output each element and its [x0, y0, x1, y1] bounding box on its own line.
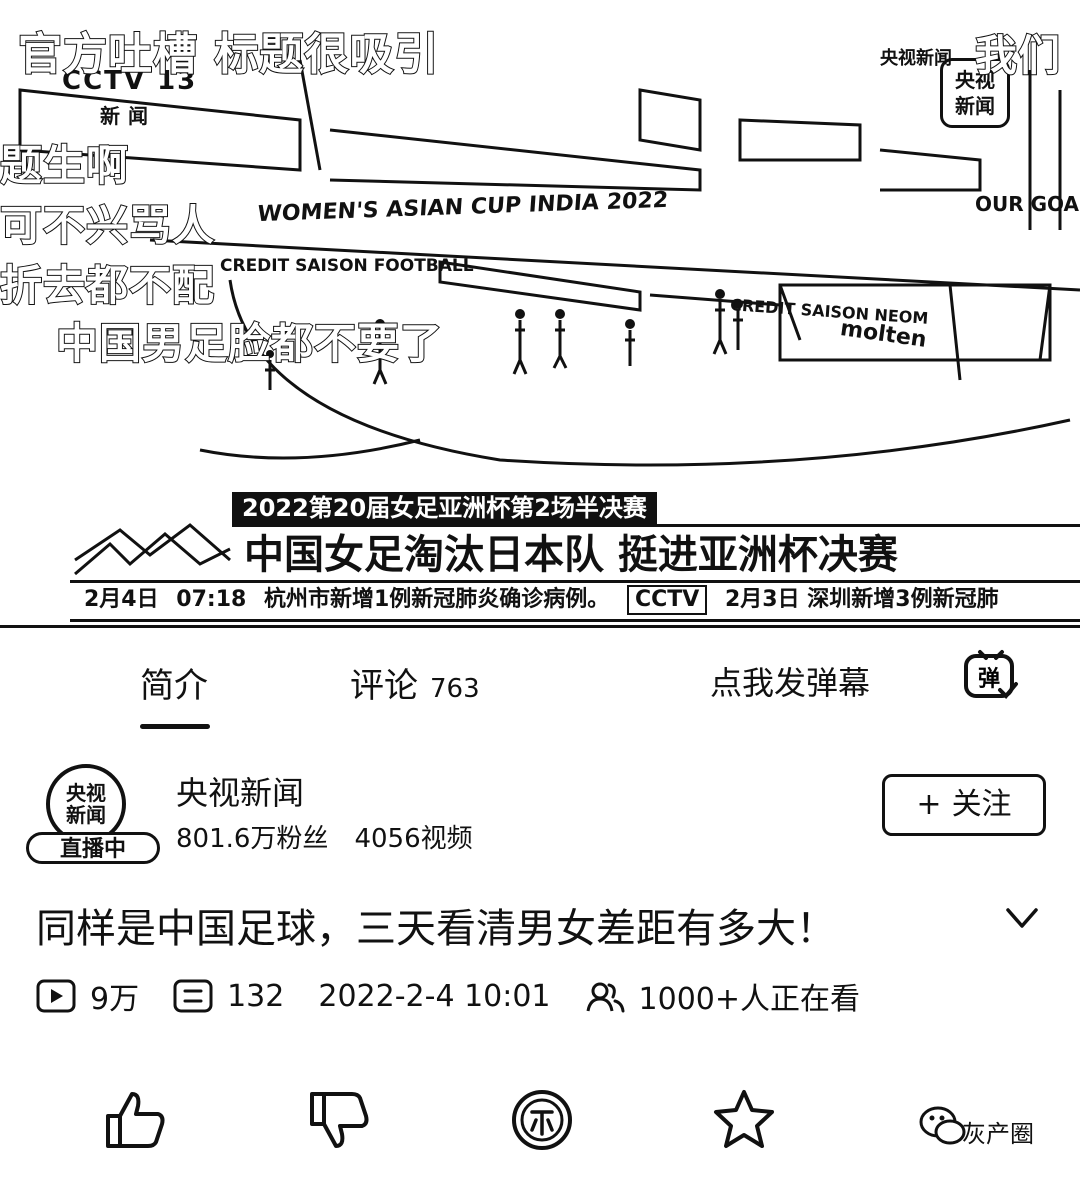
watching-now: 1000+人正在看	[585, 974, 860, 1018]
expand-icon[interactable]	[1004, 904, 1040, 932]
watermark-text: 灰产圈	[962, 1120, 1034, 1148]
share-icon[interactable]	[918, 1100, 968, 1150]
ticker-logo: CCTV	[626, 585, 708, 615]
plus-icon: +	[916, 787, 942, 822]
video-title: 同样是中国足球，三天看清男女差距有多大！	[36, 906, 836, 952]
svg-text:弹: 弹	[978, 667, 1000, 692]
dislike-icon[interactable]	[308, 1088, 372, 1152]
danmaku-comment: 可不兴骂人	[0, 200, 216, 251]
danmaku-list-icon	[173, 979, 213, 1013]
publish-date: 2022-2-4 10:01	[318, 979, 550, 1014]
follow-label: 关注	[951, 787, 1012, 822]
ticker-text: 杭州市新增1例新冠肺炎确诊病例。	[264, 587, 610, 612]
danmaku-comment: 官方吐槽 标题很吸引	[17, 28, 440, 81]
publish-date-value: 2022-2-4 10:01	[318, 978, 551, 1014]
danmaku-input[interactable]: 点我发弹幕	[710, 658, 870, 704]
ad-board: CREDIT SAISON FOOTBALL	[220, 256, 474, 276]
fans-count: 801.6万粉丝	[176, 824, 329, 854]
play-icon	[36, 979, 76, 1013]
danmaku-toggle-button[interactable]: 弹	[962, 648, 1020, 706]
like-icon[interactable]	[104, 1088, 168, 1152]
play-count-value: 9万	[90, 982, 140, 1017]
danmaku-count-value: 132	[227, 978, 285, 1014]
ticker-text: 2月3日 深圳新增3例新冠肺	[724, 587, 999, 612]
coin-icon[interactable]	[510, 1088, 574, 1152]
tab-comments[interactable]: 评论 763	[350, 658, 480, 707]
favorite-icon[interactable]	[712, 1088, 776, 1152]
lower-third-title: 中国女足淘汰日本队 挺进亚洲杯决赛	[232, 524, 1080, 580]
follow-button[interactable]: + 关注	[882, 774, 1046, 836]
danmaku-count: 132	[173, 979, 284, 1014]
tab-comments-label: 评论	[350, 666, 418, 706]
live-badge[interactable]: 直播中	[26, 832, 160, 864]
stadium-text-right: OUR GOAL	[975, 192, 1080, 216]
ticker-date: 2月4日	[84, 587, 159, 612]
comments-count: 763	[430, 674, 480, 704]
tab-intro[interactable]: 简介	[140, 658, 208, 707]
video-count: 4056视频	[354, 824, 473, 854]
danmaku-toggle-icon: 弹	[964, 650, 1018, 699]
danmaku-comment: 我们	[974, 30, 1062, 81]
lower-third-decoration	[74, 532, 231, 576]
uploader-section: 央视新闻 直播中 央视新闻 801.6万粉丝 4056视频 + 关注	[0, 758, 1080, 868]
uploader-name[interactable]: 央视新闻	[176, 768, 304, 814]
danmaku-comment: 折去都不配	[0, 260, 216, 311]
ticker-time: 07:18	[176, 587, 247, 612]
tab-bar: 简介 评论 763 点我发弹幕 弹	[0, 628, 1080, 738]
people-icon	[586, 982, 625, 1013]
video-player[interactable]: CCTV 13 新闻 WOMEN'S ASIAN CUP INDIA 2022 …	[0, 0, 1080, 628]
danmaku-comment: 题生啊	[0, 140, 130, 191]
news-ticker: 2月4日 07:18 杭州市新增1例新冠肺炎确诊病例。 CCTV 2月3日 深圳…	[70, 580, 1080, 622]
play-count: 9万	[36, 974, 139, 1018]
uploader-stats: 801.6万粉丝 4056视频	[176, 818, 473, 855]
danmaku-comment: 中国男足脸都不要了	[55, 318, 444, 369]
video-meta: 9万 132 2022-2-4 10:01 1000+人正在看	[36, 974, 894, 1018]
watching-now-value: 1000+人正在看	[638, 982, 861, 1017]
channel-overlay-sub: 新闻	[100, 104, 156, 128]
lower-third-tag: 2022第20届女足亚洲杯第2场半决赛	[232, 492, 657, 524]
active-tab-indicator	[140, 724, 210, 729]
avatar-text: 央视新闻	[66, 781, 106, 827]
